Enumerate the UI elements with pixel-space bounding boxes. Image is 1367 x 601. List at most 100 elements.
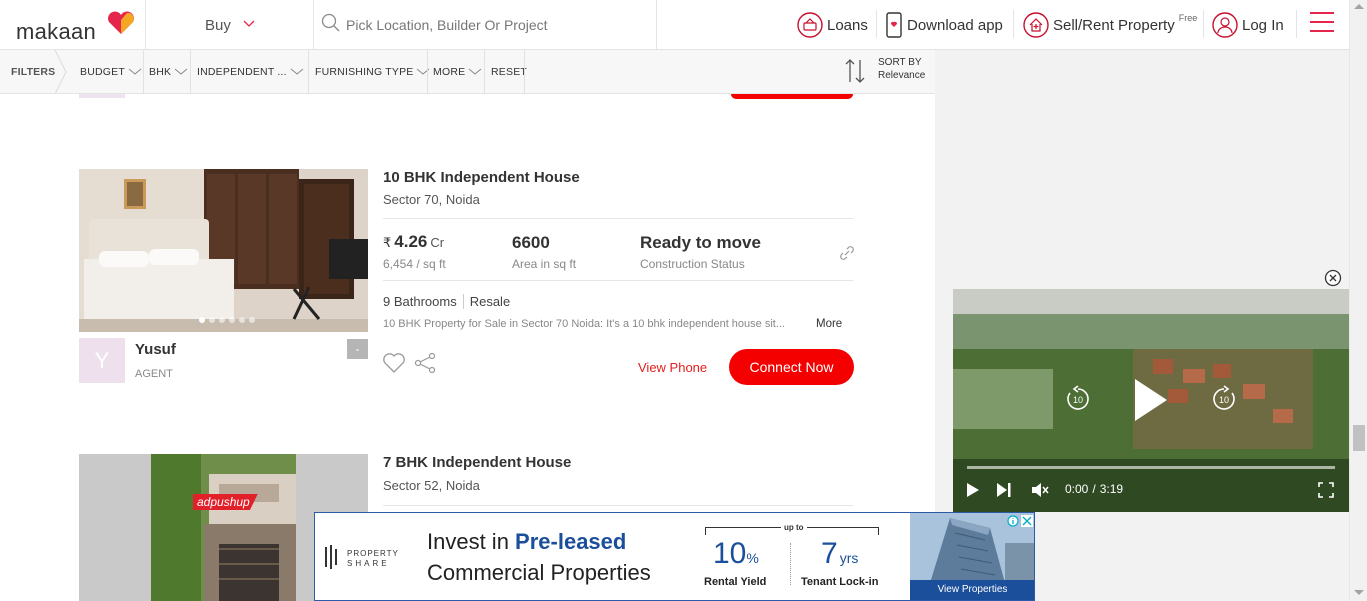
brand-line-2: SHARE [347,559,390,568]
filter-more[interactable]: MORE [433,66,482,78]
yield-value: 10 [713,537,747,570]
search-input[interactable] [346,13,646,37]
property-share-logo-icon [325,545,337,569]
filter-separator [484,50,485,94]
filter-more-label: MORE [433,66,466,78]
listing-features: 9 Bathrooms Resale [383,294,510,309]
play-large-icon[interactable] [1133,377,1169,423]
login-link[interactable]: Log In [1212,12,1284,38]
video-player[interactable]: 10 10 0:00 / 3:19 [953,289,1349,512]
header-divider [656,0,657,50]
property-share-logo: PROPERTY SHARE [347,549,399,569]
filter-budget[interactable]: BUDGET [80,66,142,78]
filter-bhk-label: BHK [149,66,172,78]
ad-headline: Invest in Pre-leased [427,529,626,555]
yield-unit: % [746,550,759,566]
download-app-link[interactable]: Download app [885,12,1003,38]
ad-banner[interactable]: PROPERTY SHARE Invest in Pre-leased Comm… [314,512,1035,601]
lock-in-unit: yrs [839,550,859,566]
heart-favorite-icon[interactable] [382,352,406,374]
view-phone-button[interactable]: View Phone [638,360,707,375]
yield-stat: 10% [713,537,759,571]
mobile-phone-icon [886,12,902,38]
area-value: 6600 [512,233,550,252]
scroll-up-arrow-icon[interactable] [1354,4,1364,9]
filter-bar: FILTERS BUDGET BHK INDEPENDENT ... FURNI… [0,50,936,94]
adpushup-tag: adpushup [193,494,258,510]
rewind-seconds-label: 10 [1073,395,1083,405]
loans-link[interactable]: Loans [797,12,868,38]
header-divider [1013,10,1014,38]
buy-dropdown[interactable]: Buy [205,17,231,34]
filter-separator [190,50,191,94]
header-divider [876,10,877,38]
ad-close-icon[interactable] [1021,515,1033,527]
listing-location[interactable]: Sector 70, Noida [383,192,480,207]
scroll-down-arrow-icon[interactable] [1354,590,1364,595]
filter-arrow-separator [54,50,67,94]
share-icon[interactable] [413,352,437,374]
hamburger-menu-icon[interactable] [1310,12,1334,34]
filter-bhk[interactable]: BHK [149,66,188,78]
yield-label: Rental Yield [704,576,767,588]
divider [383,280,853,281]
agent-name[interactable]: Yusuf [135,341,176,358]
listing-description: 10 BHK Property for Sale in Sector 70 No… [383,318,786,330]
free-badge: Free [1178,13,1198,23]
next-icon[interactable] [996,482,1012,498]
chevron-down-icon [174,68,188,75]
chevron-down-icon[interactable] [243,20,255,28]
filter-property-type[interactable]: INDEPENDENT ... [197,66,304,78]
filter-property-type-label: INDEPENDENT ... [197,66,287,78]
area-label: Area in sq ft [512,257,577,271]
close-video-icon[interactable] [1324,269,1342,287]
rupee-symbol: ₹ [383,235,392,250]
forward-10-icon[interactable]: 10 [1210,385,1238,413]
previous-card-avatar [79,94,125,98]
filter-separator [524,50,525,94]
filter-furnishing-label: FURNISHING TYPE [315,66,414,78]
link-icon[interactable] [839,245,855,261]
ad-headline-prefix: Invest in [427,529,516,554]
bedroom-photo [79,169,368,332]
ad-info-icon[interactable] [1007,515,1019,527]
header-divider [1203,10,1204,38]
fullscreen-icon[interactable] [1318,482,1334,498]
filter-furnishing[interactable]: FURNISHING TYPE [315,66,430,78]
mute-icon[interactable] [1030,481,1050,499]
filters-label: FILTERS [11,66,56,78]
divider [383,505,853,506]
image-carousel-dots[interactable] [199,317,255,323]
listing-title[interactable]: 7 BHK Independent House [383,454,571,471]
rewind-10-icon[interactable]: 10 [1064,385,1092,413]
connect-now-button[interactable]: Connect Now [729,349,854,385]
previous-card-connect-button[interactable] [731,94,853,99]
heart-logo-icon [108,11,134,34]
listing-image[interactable] [79,169,368,332]
filter-budget-label: BUDGET [80,66,125,78]
sort-by-label: SORT BY [878,57,922,68]
video-progress-bar[interactable] [967,466,1335,469]
login-label: Log In [1242,16,1284,34]
home-plus-icon [1023,12,1049,38]
play-icon[interactable] [966,482,980,498]
listing-title[interactable]: 10 BHK Independent House [383,169,580,186]
sell-rent-link[interactable]: Sell/Rent Property Free [1023,12,1197,38]
header-divider [313,0,314,50]
ad-headline-highlight: Pre-leased [515,529,627,554]
view-properties-button[interactable]: View Properties [910,580,1034,600]
chevron-down-icon [468,68,482,75]
description-more-link[interactable]: More [816,318,842,330]
sort-by[interactable]: SORT BY Relevance [878,56,925,82]
divider [383,218,853,219]
sort-by-value: Relevance [878,70,926,81]
listing-location[interactable]: Sector 52, Noida [383,478,480,493]
page-scrollbar[interactable] [1349,0,1367,601]
price-unit: Cr [430,235,445,250]
lock-in-label: Tenant Lock-in [801,576,879,588]
sort-arrows-icon[interactable] [844,58,866,84]
makaan-logo[interactable]: makaan [14,10,136,44]
filter-reset[interactable]: RESET [491,66,527,78]
sale-type: Resale [469,294,511,309]
scrollbar-thumb[interactable] [1353,425,1365,451]
